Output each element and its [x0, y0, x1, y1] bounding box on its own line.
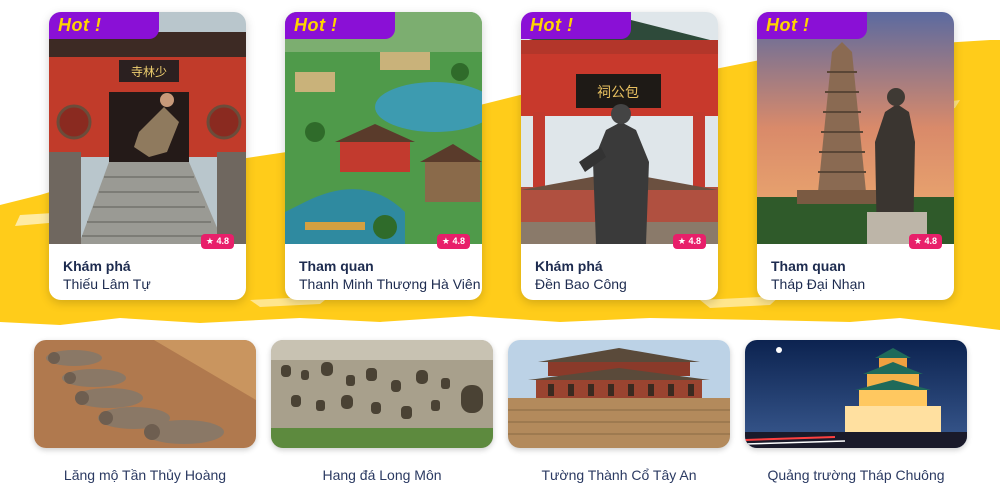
destination-caption: Lăng mộ Tần Thủy Hoàng — [63, 467, 227, 483]
card-place-name: Tháp Đại Nhạn — [771, 276, 866, 292]
destination-terracotta-army[interactable]: Lăng mộ Tần Thủy Hoàng — [34, 340, 256, 490]
xian-city-wall-photo — [508, 340, 730, 448]
card-place-name: Thiếu Lâm Tự — [63, 276, 151, 292]
qingming-garden-photo — [285, 12, 482, 244]
destination-caption: Quảng trường Tháp Chuông — [767, 467, 945, 483]
tour-card-qingming-garden[interactable]: Hot ! ★ 4.8 Tham quan Thanh Minh Thượng … — [285, 12, 482, 300]
card-action-label: Tham quan — [771, 258, 846, 274]
hot-badge: Hot ! — [49, 12, 159, 39]
shaolin-temple-photo: 寺林少 — [49, 12, 246, 244]
destination-bell-tower-square[interactable]: Quảng trường Tháp Chuông — [745, 340, 967, 490]
destination-xian-city-wall[interactable]: Tường Thành Cổ Tây An — [508, 340, 730, 490]
card-info: Tham quan Tháp Đại Nhạn — [757, 244, 954, 300]
card-info: Khám phá Thiếu Lâm Tự — [49, 244, 246, 300]
svg-text:寺林少: 寺林少 — [131, 65, 167, 79]
destination-caption: Tường Thành Cổ Tây An — [541, 467, 697, 483]
svg-text:祠公包: 祠公包 — [597, 85, 639, 101]
card-place-name: Đền Bao Công — [535, 276, 627, 292]
card-action-label: Khám phá — [535, 258, 603, 274]
hot-badge: Hot ! — [757, 12, 867, 39]
card-info: Tham quan Thanh Minh Thượng Hà Viên — [285, 244, 482, 300]
longmen-grottoes-photo — [271, 340, 493, 448]
bao-gong-temple-photo: 祠公包 — [521, 12, 718, 244]
card-info: Khám phá Đền Bao Công — [521, 244, 718, 300]
card-place-name: Thanh Minh Thượng Hà Viên — [299, 276, 481, 292]
tour-card-shaolin[interactable]: 寺林少 Hot ! ★ 4.8 Khám phá Thiếu Lâm Tự — [49, 12, 246, 300]
tour-card-giant-wild-goose-pagoda[interactable]: Hot ! ★ 4.8 Tham quan Tháp Đại Nhạn — [757, 12, 954, 300]
hot-badge: Hot ! — [285, 12, 395, 39]
card-action-label: Tham quan — [299, 258, 374, 274]
destination-list: Lăng mộ Tần Thủy Hoàng Hang đá Long Môn … — [0, 340, 1000, 497]
destination-caption: Hang đá Long Môn — [322, 467, 442, 483]
featured-tours: 寺林少 Hot ! ★ 4.8 Khám phá Thiếu Lâm Tự Ho… — [0, 0, 1000, 330]
hot-badge: Hot ! — [521, 12, 631, 39]
card-action-label: Khám phá — [63, 258, 131, 274]
tour-card-bao-gong-temple[interactable]: 祠公包 Hot ! ★ 4.8 Khám phá Đền Bao Công — [521, 12, 718, 300]
giant-wild-goose-pagoda-photo — [757, 12, 954, 244]
destination-longmen-grottoes[interactable]: Hang đá Long Môn — [271, 340, 493, 490]
terracotta-army-photo — [34, 340, 256, 448]
bell-tower-square-photo — [745, 340, 967, 448]
